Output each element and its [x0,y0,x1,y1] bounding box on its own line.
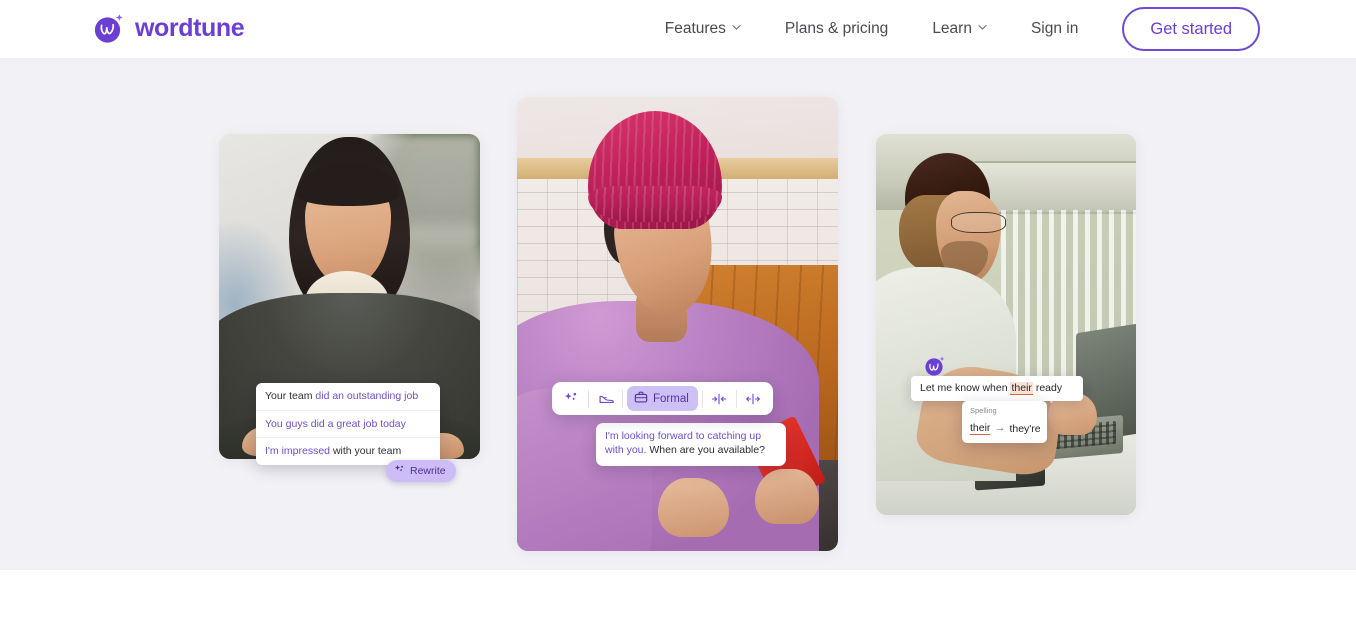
spelling-fix[interactable]: their → they're [970,421,1041,435]
below-fold-section [0,570,1356,641]
suggestion-row[interactable]: Your team did an outstanding job [256,383,440,411]
tone-chip-formal[interactable]: Formal [627,386,698,411]
nav-item-label: Learn [932,20,972,37]
chevron-down-icon [978,24,987,33]
nav-item-learn[interactable]: Learn [910,0,1009,58]
sentence-before: Let me know when [920,382,1011,394]
tone-chip-label: Formal [653,392,689,405]
suggestion-row[interactable]: You guys did a great job today [256,411,440,438]
sentence-after: ready [1032,382,1063,394]
suggestion-suffix: with your team [332,445,402,457]
spelling-to-word: they're [1009,422,1041,435]
suggestion-highlight: did an outstanding job [315,390,419,402]
nav-item-sign-in[interactable]: Sign in [1009,0,1100,58]
chevron-down-icon [732,24,741,33]
card-photo-person-pink-beanie [517,97,838,551]
hero-cards: Your team did an outstanding job You guy… [0,58,1356,570]
casual-shoe-icon[interactable] [593,386,618,411]
sentence-editor-card[interactable]: Let me know when their ready [911,376,1083,401]
tone-toolbar-card[interactable] [517,97,838,551]
rewrite-button[interactable]: Rewrite [386,460,456,482]
nav-item-label: Features [664,20,726,37]
tone-result-plain: When are you available? [646,443,765,456]
spelling-card-label: Spelling [970,406,997,415]
expand-icon[interactable] [741,386,766,411]
main-navigation: Features Plans & pricing Learn Sign in G… [643,0,1260,58]
sparkles-icon[interactable] [559,386,584,411]
rewrite-suggestions-panel: Your team did an outstanding job You guy… [256,383,440,465]
arrow-right-icon: → [994,422,1006,435]
spelling-from-word: their [970,421,991,435]
spelling-correction-card[interactable] [876,134,1136,515]
hero-section: Your team did an outstanding job You guy… [0,58,1356,570]
brand-logo-link[interactable]: wordtune [92,11,245,45]
nav-item-plans-pricing[interactable]: Plans & pricing [763,0,910,58]
card-photo-man-laptop-van [876,134,1136,515]
nav-item-features[interactable]: Features [643,0,763,58]
sparkles-icon [394,464,405,478]
suggestion-highlight: You guys did a great job today [265,417,406,430]
tone-result-text: I'm looking forward to catching up with … [596,423,786,466]
spelling-suggestion-card[interactable]: Spelling their → they're [962,401,1047,443]
toolbar-divider [701,389,703,408]
suggestion-highlight: I'm impressed [265,445,333,457]
rewrite-button-label: Rewrite [410,465,446,477]
suggestion-prefix: Your team [265,390,316,402]
tone-toolbar: Formal [552,382,773,415]
toolbar-divider [622,389,623,408]
site-header: wordtune Features Plans & pricing Learn … [0,0,1356,58]
shorten-icon[interactable] [707,386,732,411]
toolbar-divider [588,389,589,408]
nav-item-label: Sign in [1030,20,1079,37]
nav-item-label: Plans & pricing [784,20,889,37]
wordtune-logo-icon [92,11,126,45]
briefcase-icon [634,390,648,407]
toolbar-divider [735,389,737,408]
get-started-button[interactable]: Get started [1122,7,1260,51]
wordtune-badge-icon[interactable] [924,355,946,377]
brand-name: wordtune [135,13,245,42]
typo-highlight[interactable]: their [1010,382,1033,395]
